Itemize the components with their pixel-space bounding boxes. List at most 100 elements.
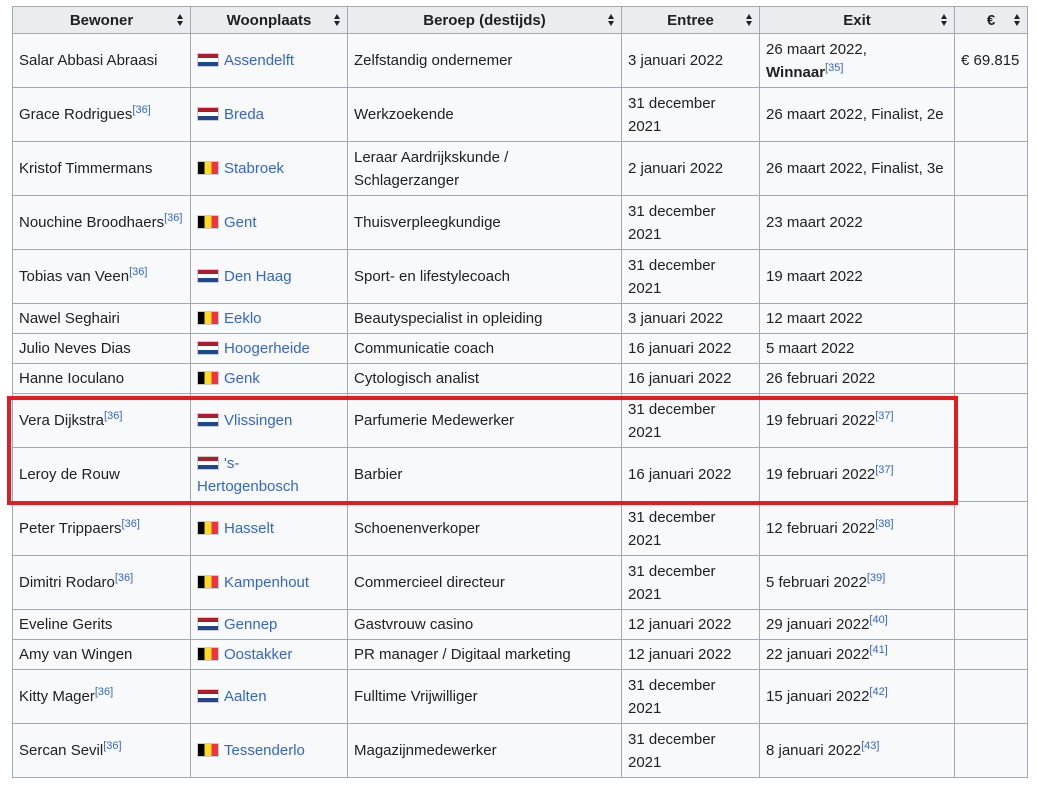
place-link[interactable]: Gent [224, 214, 257, 231]
sort-icon[interactable] [1014, 14, 1021, 26]
reference-link-text[interactable]: [36] [129, 266, 147, 278]
reference-link[interactable]: [36] [104, 410, 122, 422]
cell-beroep: Fulltime Vrijwilliger [347, 669, 622, 724]
reference-link[interactable]: [42] [869, 686, 887, 698]
cell-prize [954, 141, 1028, 196]
netherlands-flag-icon [197, 53, 219, 67]
sort-icon[interactable] [608, 14, 615, 26]
place-link[interactable]: Tessenderlo [224, 742, 305, 759]
place-link[interactable]: Kampenhout [224, 574, 309, 591]
sort-icon[interactable] [177, 14, 184, 26]
reference-link-text[interactable]: [36] [103, 740, 121, 752]
reference-link[interactable]: [43] [861, 740, 879, 752]
reference-link-text[interactable]: [37] [875, 410, 893, 422]
cell-bewoner: Nouchine Broodhaers[36] [12, 195, 191, 250]
reference-link[interactable]: [41] [869, 644, 887, 656]
place-link[interactable]: Genk [224, 370, 260, 387]
reference-link[interactable]: [36] [129, 266, 147, 278]
column-header-exit[interactable]: Exit [759, 6, 955, 34]
cell-exit: 15 januari 2022[42] [759, 669, 955, 724]
reference-link[interactable]: [37] [875, 410, 893, 422]
occupation: Beautyspecialist in opleiding [354, 310, 543, 327]
reference-link[interactable]: [35] [825, 62, 843, 74]
occupation: Gastvrouw casino [354, 616, 474, 633]
column-header-woonplaats[interactable]: Woonplaats [190, 6, 348, 34]
reference-link[interactable]: [36] [103, 740, 121, 752]
entry-date: 31 december 2021 [628, 562, 716, 603]
reference-link[interactable]: [37] [875, 464, 893, 476]
place-link[interactable]: Gennep [224, 616, 277, 633]
place-link[interactable]: Breda [224, 106, 264, 123]
cell-entree: 3 januari 2022 [621, 303, 760, 334]
place-link[interactable]: Hasselt [224, 520, 274, 537]
table-row: Vera Dijkstra[36] Vlissingen Parfumerie Me… [12, 393, 1028, 448]
reference-link-text[interactable]: [42] [869, 686, 887, 698]
sort-icon[interactable] [941, 14, 948, 26]
reference-link-text[interactable]: [43] [861, 740, 879, 752]
reference-link-text[interactable]: [36] [115, 572, 133, 584]
occupation: Parfumerie Medewerker [354, 412, 515, 429]
exit-date: 26 maart 2022, [766, 40, 867, 58]
exit-date: 8 januari 2022 [766, 742, 862, 759]
exit-date: 26 februari 2022 [766, 370, 876, 387]
reference-link[interactable]: [36] [122, 518, 140, 530]
cell-beroep: Parfumerie Medewerker [347, 393, 622, 448]
cell-bewoner: Grace Rodrigues[36] [12, 87, 191, 142]
sort-icon[interactable] [746, 14, 753, 26]
column-header-bewoner[interactable]: Bewoner [12, 6, 191, 34]
reference-link-text[interactable]: [35] [825, 62, 843, 74]
cell-bewoner: Nawel Seghairi [12, 303, 191, 334]
exit-date: 15 januari 2022 [766, 688, 870, 705]
exit-date: 19 maart 2022 [766, 268, 863, 285]
reference-link-text[interactable]: [37] [875, 464, 893, 476]
reference-link[interactable]: [36] [164, 212, 182, 224]
sort-icon[interactable] [334, 14, 341, 26]
table-row: Dimitri Rodaro[36] Kampenhout Commercieel … [12, 555, 1028, 610]
reference-link[interactable]: [36] [95, 686, 113, 698]
place-link[interactable]: Eeklo [224, 310, 262, 327]
table-row: Kristof Timmermans Stabroek Leraar Aardrij… [12, 141, 1028, 196]
column-header-entree[interactable]: Entree [621, 6, 760, 34]
place-link[interactable]: Vlissingen [224, 412, 292, 429]
reference-link-text[interactable]: [36] [164, 212, 182, 224]
place-link[interactable]: Den Haag [224, 268, 292, 285]
cell-woonplaats: Den Haag [190, 249, 348, 304]
occupation: Magazijnmedewerker [354, 742, 497, 759]
column-header-prize[interactable]: € [954, 6, 1028, 34]
exit-date: 5 maart 2022 [766, 340, 855, 357]
cell-prize [954, 249, 1028, 304]
cell-bewoner: Peter Trippaers[36] [12, 501, 191, 556]
reference-link-text[interactable]: [36] [95, 686, 113, 698]
reference-link-text[interactable]: [36] [104, 410, 122, 422]
reference-link-text[interactable]: [36] [132, 104, 150, 116]
reference-link[interactable]: [39] [867, 572, 885, 584]
resident-name: Dimitri Rodaro [19, 574, 115, 591]
reference-link-text[interactable]: [38] [875, 518, 893, 530]
entry-date: 31 december 2021 [628, 256, 716, 297]
cell-exit: 8 januari 2022[43] [759, 723, 955, 778]
cell-bewoner: Eveline Gerits [12, 609, 191, 640]
place-link[interactable]: Hoogerheide [224, 340, 310, 357]
reference-link-text[interactable]: [39] [867, 572, 885, 584]
netherlands-flag-icon [197, 269, 219, 283]
cell-exit: 22 januari 2022[41] [759, 639, 955, 670]
reference-link[interactable]: [36] [132, 104, 150, 116]
exit-date: 5 februari 2022 [766, 574, 867, 591]
cell-bewoner: Salar Abbasi Abraasi [12, 33, 191, 88]
place-link[interactable]: Stabroek [224, 160, 284, 177]
place-link[interactable]: Aalten [224, 688, 267, 705]
column-header-beroep[interactable]: Beroep (destijds) [347, 6, 622, 34]
cell-entree: 31 december 2021 [621, 249, 760, 304]
place-link[interactable]: Assendelft [224, 52, 294, 69]
reference-link-text[interactable]: [36] [122, 518, 140, 530]
table-row: Nouchine Broodhaers[36] Gent Thuisverpleeg… [12, 195, 1028, 250]
reference-link[interactable]: [36] [115, 572, 133, 584]
reference-link[interactable]: [40] [869, 614, 887, 626]
cell-woonplaats: Genk [190, 363, 348, 394]
cell-beroep: Gastvrouw casino [347, 609, 622, 640]
place-link[interactable]: Oostakker [224, 646, 292, 663]
reference-link[interactable]: [38] [875, 518, 893, 530]
reference-link-text[interactable]: [41] [869, 644, 887, 656]
cell-exit: 23 maart 2022 [759, 195, 955, 250]
reference-link-text[interactable]: [40] [869, 614, 887, 626]
